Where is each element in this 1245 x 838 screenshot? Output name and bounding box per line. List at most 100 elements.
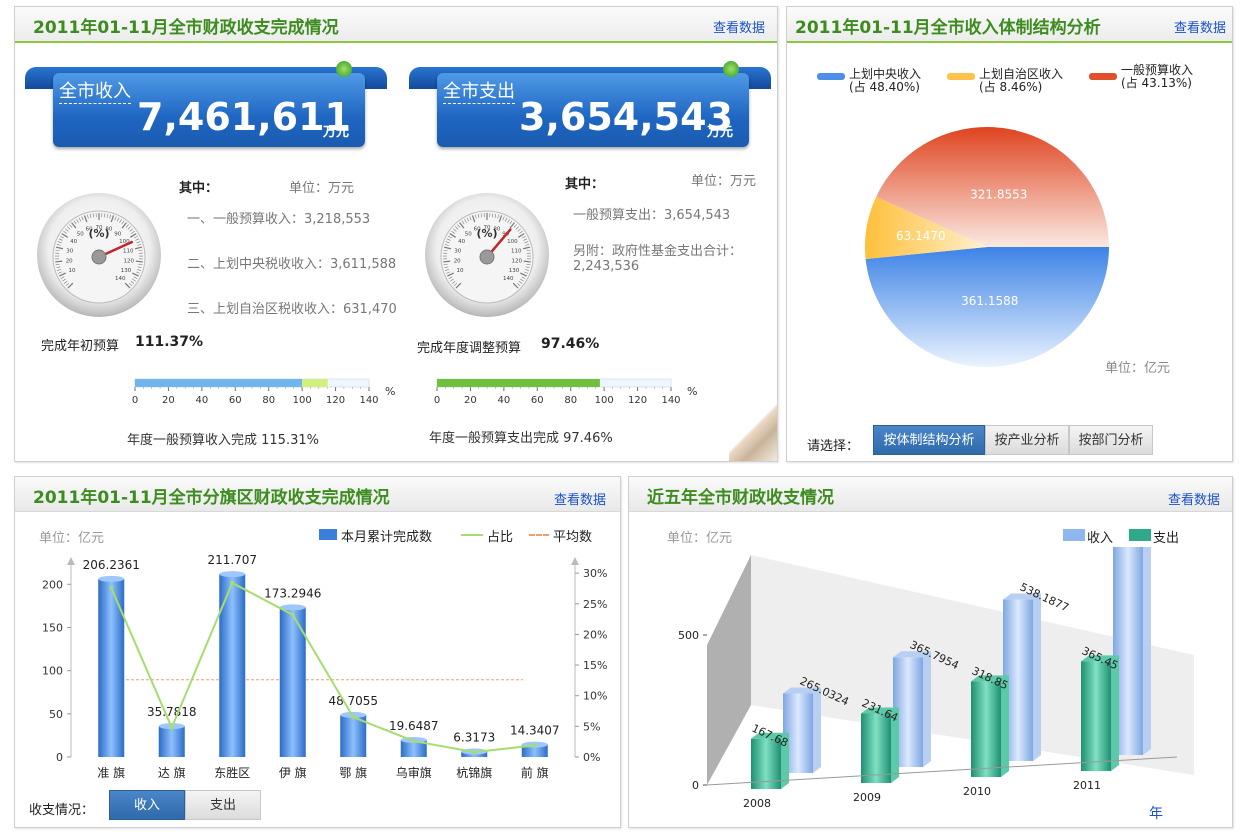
expense-filter-button[interactable]: 支出 [185,790,261,820]
gauge-tick-label: 130 [121,268,132,274]
gauge-tick-label: 20 [66,258,73,264]
gauge-tick-label: 130 [509,268,520,274]
page-curl [729,397,777,461]
expense-unit: 万元 [707,125,734,140]
view-data-link[interactable]: 查看数据 [1168,489,1220,508]
income-filter-button[interactable]: 收入 [109,790,185,820]
left-item-1: 一、一般预算收入：3,218,553 [187,212,371,227]
panel-header: 2011年01-11月全市财政收支完成情况 查看数据 [15,7,777,43]
y-tick-label: 0 [56,751,63,764]
bar-tick-label: 60 [531,395,544,406]
five-year-panel: 近五年全市财政收支情况 查看数据 单位：亿元 收入 支出 0 500 265.032… [628,476,1233,828]
right-item-2b: 2,243,536 [573,259,640,274]
pie-slice-label: 321.8553 [970,187,1027,201]
legend-swatch [1063,529,1085,541]
district-bar-value: 211.707 [207,553,257,567]
gauge-tick-label: 90 [114,232,121,238]
panel-header: 近五年全市财政收支情况 查看数据 [629,477,1232,512]
legend-swatch [319,529,337,540]
district-category-label: 乌审旗 [396,765,432,780]
gauge-hub [479,249,495,265]
district-bar-value: 6.3173 [453,731,495,745]
view-data-link[interactable]: 查看数据 [1174,17,1226,36]
district-bar [98,578,125,757]
income-bar-side [813,687,821,773]
share-point [532,743,537,748]
expense-progress-bar: 0 20 40 60 80 100 120 140% [434,378,697,406]
district-bar-value: 206.2361 [83,558,140,572]
y-axis-arrow [67,557,75,565]
five-year-3d-bar-chart: 0500265.0324167.682008365.7954231.642009… [678,547,1194,810]
pie-legend: 上划中央收入 (占 48.40%) 上划自治区收入 (占 8.46%) 一般预算… [817,63,1237,95]
share-point [109,585,114,590]
gauge-tick-label: 110 [511,248,522,254]
bar-tick-label: 20 [464,395,477,406]
bar-tick-label: 60 [229,395,242,406]
gauge-tick-label: 120 [512,258,523,264]
y-tick-label: 200 [42,578,63,591]
expense-bar [1081,661,1111,771]
district-bar-top [98,575,125,582]
district-bar-value: 19.6487 [389,719,439,733]
expense-completion-gauge: 102030405060708090100110120130140(%) [425,193,549,317]
chart-unit-label: 单位：亿元 [667,531,733,546]
left-completion-label: 完成年初预算 [41,339,120,354]
select-label: 请选择： [807,439,860,454]
district-bar [219,574,246,757]
legend-share: (占 8.46%) [979,80,1043,94]
bar-tick-label: 100 [293,395,312,406]
bar-tick-label: 0 [434,395,440,406]
gauge-tick [55,260,63,263]
analysis-by-structure-button[interactable]: 按体制结构分析 [873,425,985,455]
pie-slice-label: 361.1588 [961,294,1018,308]
district-bar-chart: 0 50 100 150 200 0% 5% 10% 15% 20% 25% 30% 206.2361 准… [42,553,607,780]
district-bar-value: 173.2946 [264,586,321,600]
legend-share: (占 43.13%) [1121,76,1192,90]
right-item-2a: 另附：政府性基金支出合计： [573,244,743,259]
bar-tick-label: 100 [595,395,614,406]
right-completion-value: 97.46% [541,336,600,352]
view-data-link[interactable]: 查看数据 [554,489,606,508]
y-tick-label: 150 [42,621,63,634]
revenue-structure-panel: 2011年01-11月全市收入体制结构分析 查看数据 上划中央收入 (占 48.… [786,6,1233,462]
panel-title: 2011年01-11月全市分旗区财政收支完成情况 [33,488,390,508]
district-bar-value: 14.3407 [510,724,560,738]
legend-label: 平均数 [553,530,593,545]
refresh-icon[interactable] [723,61,739,77]
district-bar-top [219,571,246,578]
bar-tick-label: 80 [262,395,275,406]
expense-value: 3,654,543 [519,95,733,139]
panel-header: 2011年01-11月全市收入体制结构分析 查看数据 [787,7,1232,43]
bar-unit: % [385,385,395,398]
bar-tick-label: 40 [195,395,208,406]
expense-banner: 全市支出 3,654,543 万元 [437,73,749,147]
y-right-tick-label: 0% [583,751,600,764]
y-tick-label: 100 [42,665,63,678]
y-right-axis-arrow [571,557,579,565]
view-data-link[interactable]: 查看数据 [713,17,765,36]
gauge-tick-label: 20 [454,258,461,264]
y-right-tick-label: 5% [583,720,600,733]
bar-tick-label: 120 [628,395,647,406]
bar-fill [437,379,600,387]
pie-slice-label: 63.1470 [896,229,946,243]
right-completion-label: 完成年度调整预算 [417,341,522,356]
district-bar [158,726,185,757]
budget-completion-panel: 2011年01-11月全市财政收支完成情况 查看数据 全市收入 7,461,61… [14,6,778,462]
refresh-icon[interactable] [336,61,352,77]
left-unit-label: 单位：万元 [289,181,355,196]
district-category-label: 伊 旗 [279,765,307,780]
y-right-tick-label: 15% [583,659,607,672]
income-label: 全市收入 [59,77,131,104]
income-value: 7,461,611 [137,95,351,139]
gauge-tick-label: 10 [68,268,75,274]
y-right-tick-label: 25% [583,598,607,611]
chart-unit-label: 单位：亿元 [39,531,105,546]
right-item-1: 一般预算支出：3,654,543 [573,208,731,223]
analysis-by-department-button[interactable]: 按部门分析 [1069,425,1153,455]
legend-label: 收入 [1087,531,1114,546]
year-label: 2010 [963,785,991,798]
bar-tick-label: 40 [497,395,510,406]
gauge-tick-label: 40 [70,239,77,245]
analysis-by-industry-button[interactable]: 按产业分析 [985,425,1069,455]
